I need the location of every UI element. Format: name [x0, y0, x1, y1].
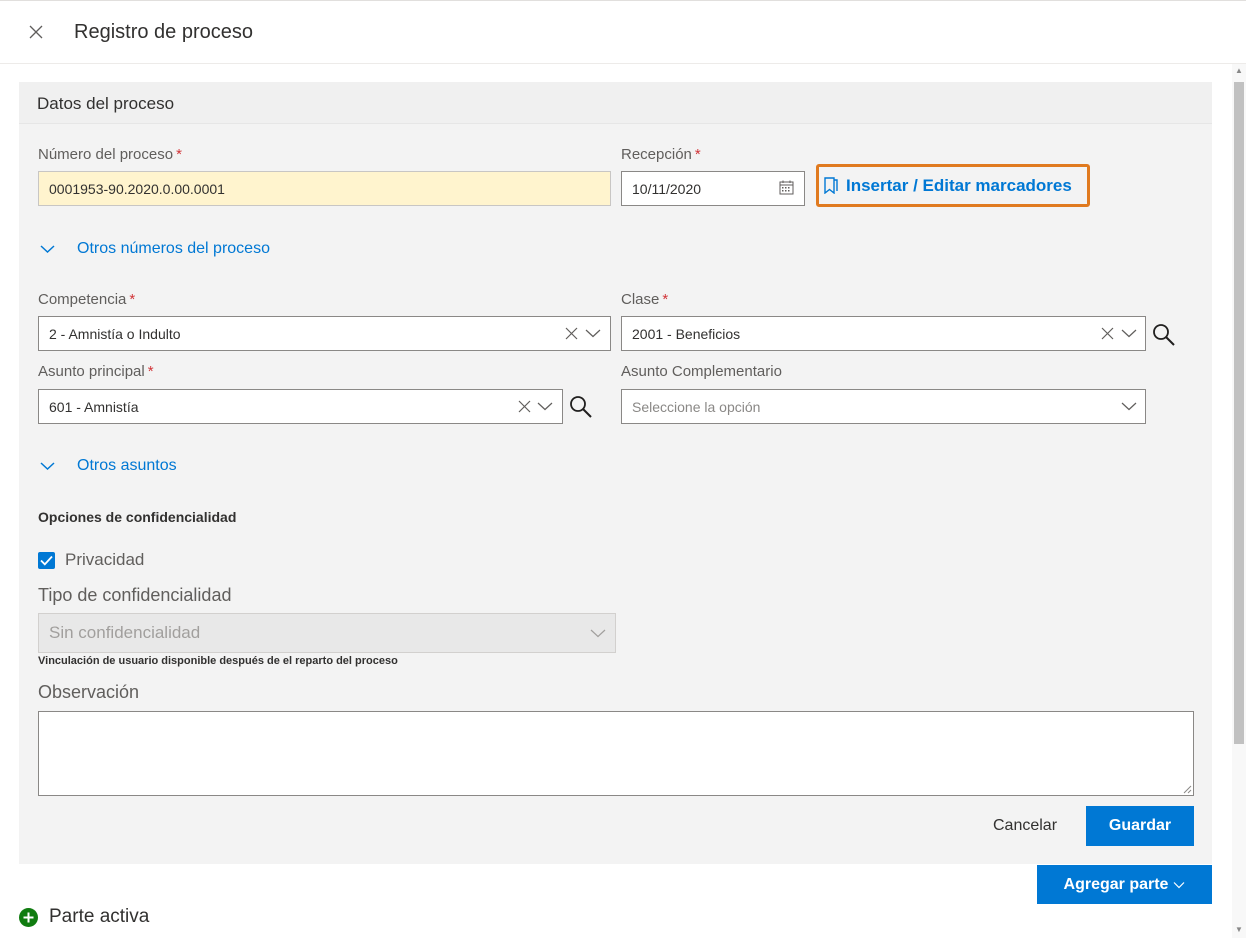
required-mark: * — [147, 363, 154, 380]
chevron-down-icon[interactable] — [1120, 325, 1138, 341]
chevron-down-icon — [589, 625, 607, 641]
insertar-editar-marcadores-button[interactable]: Insertar / Editar marcadores — [816, 164, 1090, 207]
close-icon — [29, 25, 43, 39]
required-mark: * — [694, 146, 701, 163]
tipo-confidencialidad-label: Tipo de confidencialidad — [38, 585, 232, 605]
asunto-principal-label: Asunto principal * — [38, 363, 154, 380]
scrollbar-thumb[interactable] — [1234, 82, 1244, 744]
parte-activa-toggle[interactable]: Parte activa — [19, 906, 149, 928]
otros-numeros-label: Otros números del proceso — [77, 240, 270, 257]
dialog-header: Registro de proceso — [0, 0, 1246, 64]
agregar-parte-button[interactable]: Agregar parte — [1037, 865, 1212, 904]
chevron-down-icon[interactable] — [584, 325, 602, 341]
chevron-down-icon — [1174, 881, 1185, 888]
resize-handle-icon[interactable] — [1182, 784, 1192, 794]
numero-proceso-input[interactable]: 0001953-90.2020.0.00.0001 — [38, 171, 611, 206]
marcadores-label: Insertar / Editar marcadores — [846, 175, 1072, 195]
checkmark-icon — [40, 555, 53, 566]
agregar-parte-label: Agregar parte — [1063, 875, 1169, 893]
clase-select[interactable]: 2001 - Beneficios — [621, 316, 1146, 351]
clase-value: 2001 - Beneficios — [632, 325, 741, 342]
add-circle-icon — [19, 907, 38, 927]
chevron-down-icon — [40, 245, 55, 254]
clear-asunto-principal-icon[interactable] — [516, 398, 532, 414]
required-mark: * — [176, 146, 182, 163]
observacion-label: Observación — [38, 682, 140, 702]
required-mark: * — [662, 291, 669, 308]
bookmark-icon — [824, 177, 838, 194]
scroll-down-arrow-icon[interactable]: ▼ — [1235, 925, 1243, 934]
asunto-principal-select[interactable]: 601 - Amnistía — [38, 389, 563, 424]
privacidad-label: Privacidad — [65, 550, 145, 569]
numero-proceso-value: 0001953-90.2020.0.00.0001 — [49, 180, 225, 197]
panel-title: Datos del proceso — [37, 94, 175, 113]
chevron-down-icon — [40, 462, 55, 471]
competencia-label: Competencia * — [38, 291, 136, 308]
close-button[interactable] — [26, 22, 46, 42]
save-button[interactable]: Guardar — [1086, 806, 1194, 846]
asunto-complementario-select[interactable]: Seleccione la opción — [621, 389, 1146, 424]
privacidad-checkbox[interactable] — [38, 552, 55, 569]
chevron-down-icon[interactable] — [536, 398, 554, 414]
search-clase-icon[interactable] — [1152, 323, 1176, 347]
competencia-select[interactable]: 2 - Amnistía o Indulto — [38, 316, 611, 351]
asunto-complementario-label: Asunto Complementario — [621, 363, 782, 380]
cancel-button[interactable]: Cancelar — [976, 806, 1074, 846]
otros-asuntos-expander[interactable]: Otros asuntos — [40, 457, 177, 475]
otros-numeros-expander[interactable]: Otros números del proceso — [40, 240, 270, 258]
otros-asuntos-label: Otros asuntos — [77, 457, 177, 474]
calendar-icon[interactable] — [777, 178, 795, 196]
parte-activa-label: Parte activa — [49, 906, 150, 927]
numero-proceso-label: Número del proceso * — [38, 146, 182, 163]
asunto-principal-value: 601 - Amnistía — [49, 398, 139, 415]
confidencialidad-note: Vinculación de usuario disponible despué… — [38, 655, 398, 667]
clear-competencia-icon[interactable] — [563, 325, 579, 341]
tipo-confidencialidad-value: Sin confidencialidad — [49, 623, 201, 642]
tipo-confidencialidad-select: Sin confidencialidad — [38, 613, 616, 653]
recepcion-label: Recepción * — [621, 146, 701, 163]
observacion-textarea[interactable] — [38, 711, 1194, 796]
required-mark: * — [129, 291, 136, 308]
chevron-down-icon[interactable] — [1120, 398, 1138, 414]
page-title: Registro de proceso — [74, 21, 253, 43]
clear-clase-icon[interactable] — [1099, 325, 1115, 341]
panel-header: Datos del proceso — [19, 82, 1212, 124]
asunto-complementario-placeholder: Seleccione la opción — [632, 398, 761, 415]
competencia-value: 2 - Amnistía o Indulto — [49, 325, 181, 342]
confidencialidad-title: Opciones de confidencialidad — [38, 509, 237, 525]
recepcion-value: 10/11/2020 — [632, 180, 702, 197]
scroll-up-arrow-icon[interactable]: ▲ — [1235, 66, 1243, 75]
search-asunto-principal-icon[interactable] — [569, 395, 593, 419]
clase-label: Clase * — [621, 291, 669, 308]
